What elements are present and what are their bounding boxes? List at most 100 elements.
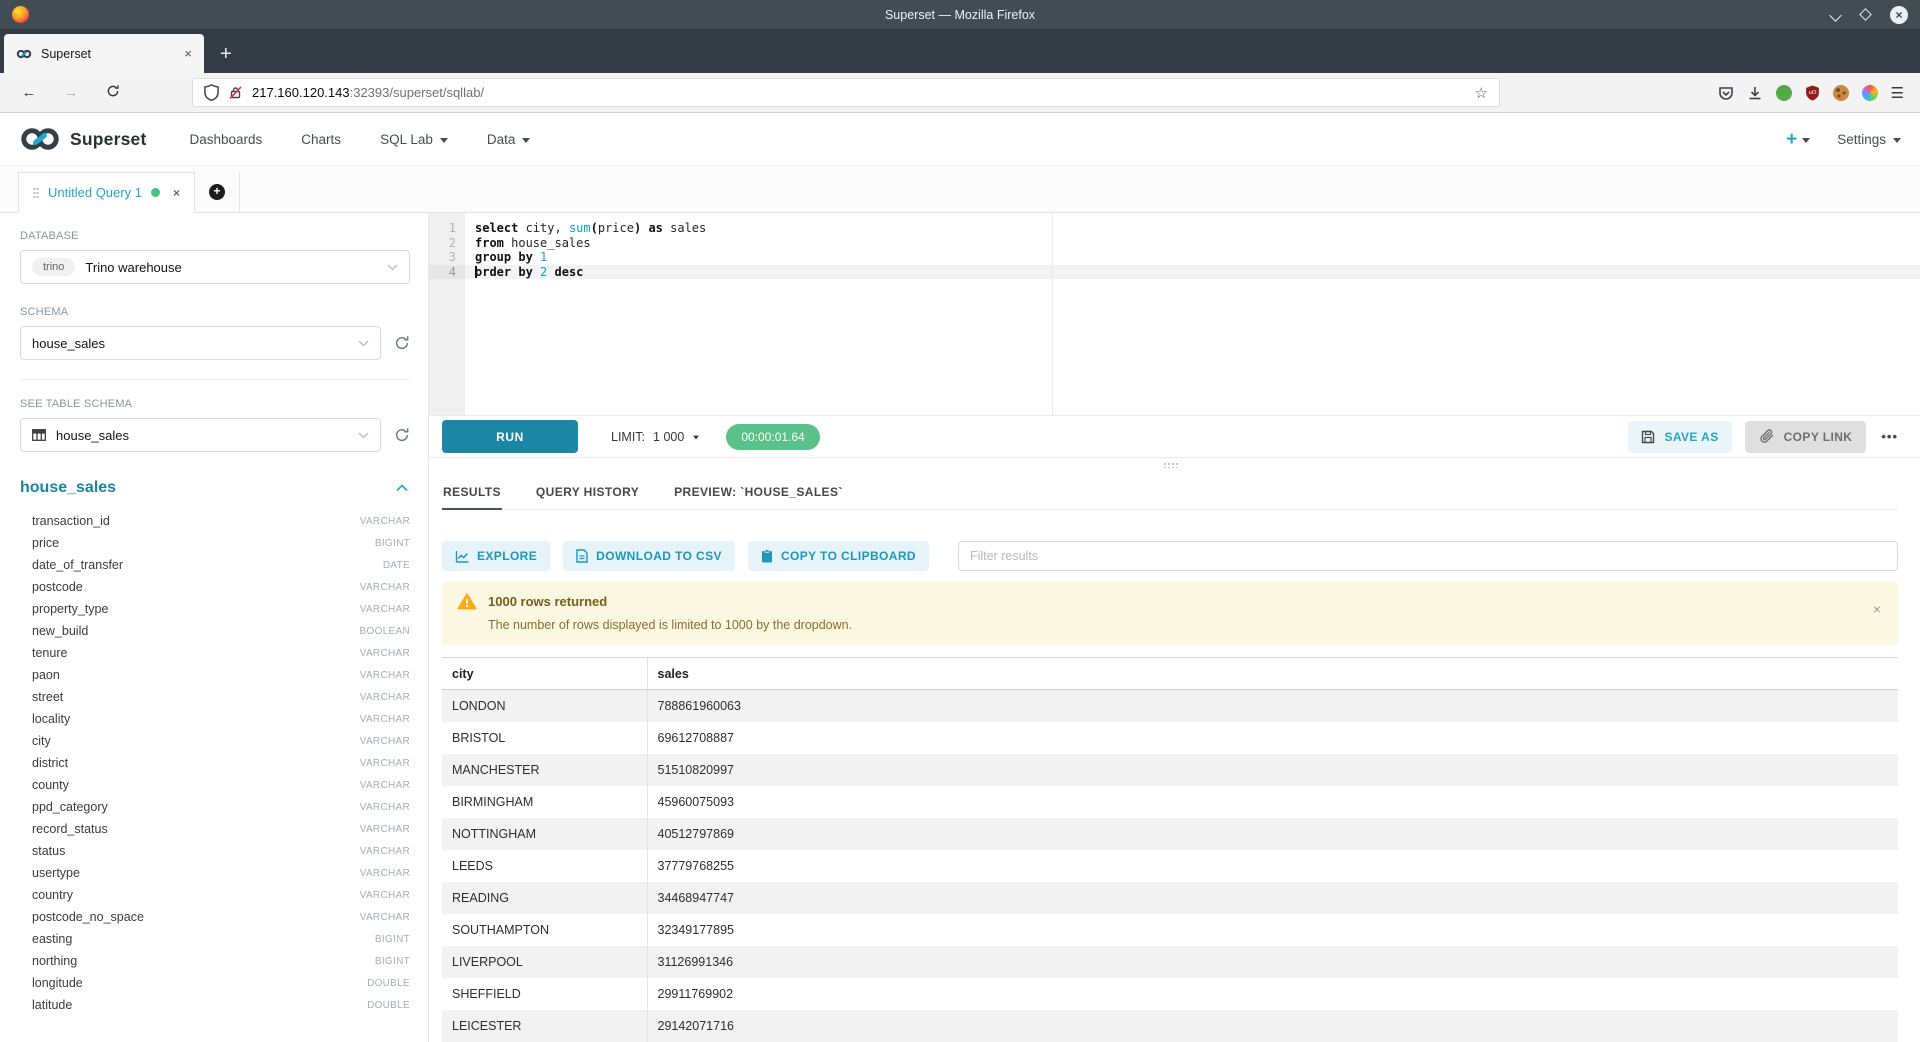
cell-sales: 69612708887 [647,722,1898,754]
filter-results-input[interactable] [958,541,1898,571]
nav-item-data[interactable]: Data [487,132,531,147]
nav-item-sql-lab[interactable]: SQL Lab [380,132,448,147]
cell-sales: 40512797869 [647,818,1898,850]
database-engine-badge: trino [32,258,75,276]
column-name: street [32,690,63,704]
query-tabs-bar: Untitled Query 1 × + [0,166,1920,213]
browser-tab[interactable]: Superset × [4,34,204,73]
sql-editor[interactable]: 1234 select city, sum(price) as salesfro… [429,213,1920,415]
results-actions: EXPLORE DOWNLOAD TO CSV COPY TO CLIPBOAR… [442,541,1898,571]
column-type: VARCHAR [360,802,410,813]
cookie-extension-icon[interactable] [1833,85,1849,101]
column-name: record_status [32,822,108,836]
database-label: DATABASE [20,230,410,242]
column-row: ppd_categoryVARCHAR [20,796,410,818]
collapse-chevron-up-icon[interactable] [396,484,408,492]
limit-value: 1 000 [653,430,684,444]
hamburger-menu-icon[interactable]: ☰ [1891,84,1904,102]
column-row: longitudeDOUBLE [20,972,410,994]
browser-new-tab-button[interactable]: + [220,44,232,64]
query-tab-close-icon[interactable]: × [173,186,180,200]
pocket-icon[interactable] [1718,85,1734,101]
copy-to-clipboard-button[interactable]: COPY TO CLIPBOARD [748,541,929,571]
cell-city: BIRMINGHAM [442,786,647,818]
reload-button[interactable] [98,84,128,102]
explore-button[interactable]: EXPLORE [442,541,550,571]
drag-handle-icon[interactable] [33,187,39,198]
cell-city: BRISTOL [442,722,647,754]
column-type: VARCHAR [360,780,410,791]
table-row: READING34468947747 [442,882,1898,914]
query-tab[interactable]: Untitled Query 1 × [18,172,195,213]
browser-tab-close-icon[interactable]: × [184,47,192,60]
table-row: LEICESTER29142071716 [442,1010,1898,1042]
alert-close-icon[interactable]: × [1873,602,1881,616]
column-type: BIGINT [375,956,410,967]
downloads-icon[interactable] [1747,85,1763,101]
column-row: postcode_no_spaceVARCHAR [20,906,410,928]
cell-city: MANCHESTER [442,754,647,786]
tracking-shield-icon[interactable] [204,84,219,101]
url-bar[interactable]: 217.160.120.143:32393/superset/sqllab/ ☆ [192,78,1500,107]
drag-dots-icon [1163,462,1178,468]
browser-extension-icons: uO ☰ [1718,84,1906,102]
sidebar-divider [20,379,410,380]
window-maximize-button[interactable] [1859,8,1872,21]
refresh-schemas-icon[interactable] [394,335,410,351]
column-row: districtVARCHAR [20,752,410,774]
run-toolbar: RUN LIMIT: 1 000 00:00:01.64 SAVE AS [429,415,1920,458]
column-name: longitude [32,976,83,990]
new-item-button[interactable]: + [1786,130,1810,149]
url-text: 217.160.120.143:32393/superset/sqllab/ [252,85,484,100]
privacy-badger-icon[interactable] [1776,85,1792,101]
tab-preview-house-sales[interactable]: PREVIEW: `HOUSE_SALES` [673,477,844,509]
nav-item-charts[interactable]: Charts [301,132,341,147]
column-row: localityVARCHAR [20,708,410,730]
column-row: transaction_idVARCHAR [20,510,410,532]
column-type: VARCHAR [360,824,410,835]
firefox-logo-icon [12,6,29,23]
cell-city: LEEDS [442,850,647,882]
brand-name: Superset [70,129,147,150]
paperclip-icon [1759,429,1775,444]
column-type: VARCHAR [360,670,410,681]
add-query-tab-button[interactable]: + [209,184,225,200]
code-line: from house_sales [465,236,1920,251]
tab-results[interactable]: RESULTS [442,477,502,510]
column-header-city[interactable]: city [442,658,647,690]
back-button[interactable]: ← [14,84,44,101]
warning-triangle-icon [457,593,477,610]
bookmark-star-icon[interactable]: ☆ [1475,84,1488,102]
save-as-button[interactable]: SAVE AS [1628,421,1731,453]
more-actions-button[interactable]: ••• [1881,429,1898,444]
pane-resize-handle[interactable] [442,458,1898,471]
ublock-shield-icon[interactable]: uO [1805,85,1820,101]
forward-button[interactable]: → [56,84,86,101]
table-row: BIRMINGHAM45960075093 [442,786,1898,818]
column-row: statusVARCHAR [20,840,410,862]
sql-lab-workspace: DATABASE trino Trino warehouse SCHEMA ho… [0,213,1920,1042]
container-pinwheel-icon[interactable] [1862,85,1878,101]
window-close-button[interactable]: × [1890,6,1908,24]
download-csv-button[interactable]: DOWNLOAD TO CSV [563,541,735,571]
column-list: transaction_idVARCHARpriceBIGINTdate_of_… [20,510,410,1016]
schema-select[interactable]: house_sales [20,326,381,360]
file-icon [576,549,588,563]
run-button[interactable]: RUN [442,420,578,453]
copy-link-button[interactable]: COPY LINK [1745,421,1867,453]
database-select[interactable]: trino Trino warehouse [20,250,410,284]
insecure-lock-icon[interactable] [228,85,243,100]
table-select[interactable]: house_sales [20,418,381,452]
settings-menu[interactable]: Settings [1837,132,1901,147]
column-name: status [32,844,65,858]
column-type: BIGINT [375,538,410,549]
column-header-sales[interactable]: sales [647,658,1898,690]
tab-query-history[interactable]: QUERY HISTORY [535,477,640,509]
nav-item-dashboards[interactable]: Dashboards [190,132,263,147]
window-minimize-button[interactable] [1831,10,1841,20]
refresh-tables-icon[interactable] [394,427,410,443]
caret-down-icon [1893,138,1901,143]
superset-logo[interactable]: Superset [19,125,147,153]
limit-dropdown[interactable]: LIMIT: 1 000 [611,430,700,444]
column-row: eastingBIGINT [20,928,410,950]
